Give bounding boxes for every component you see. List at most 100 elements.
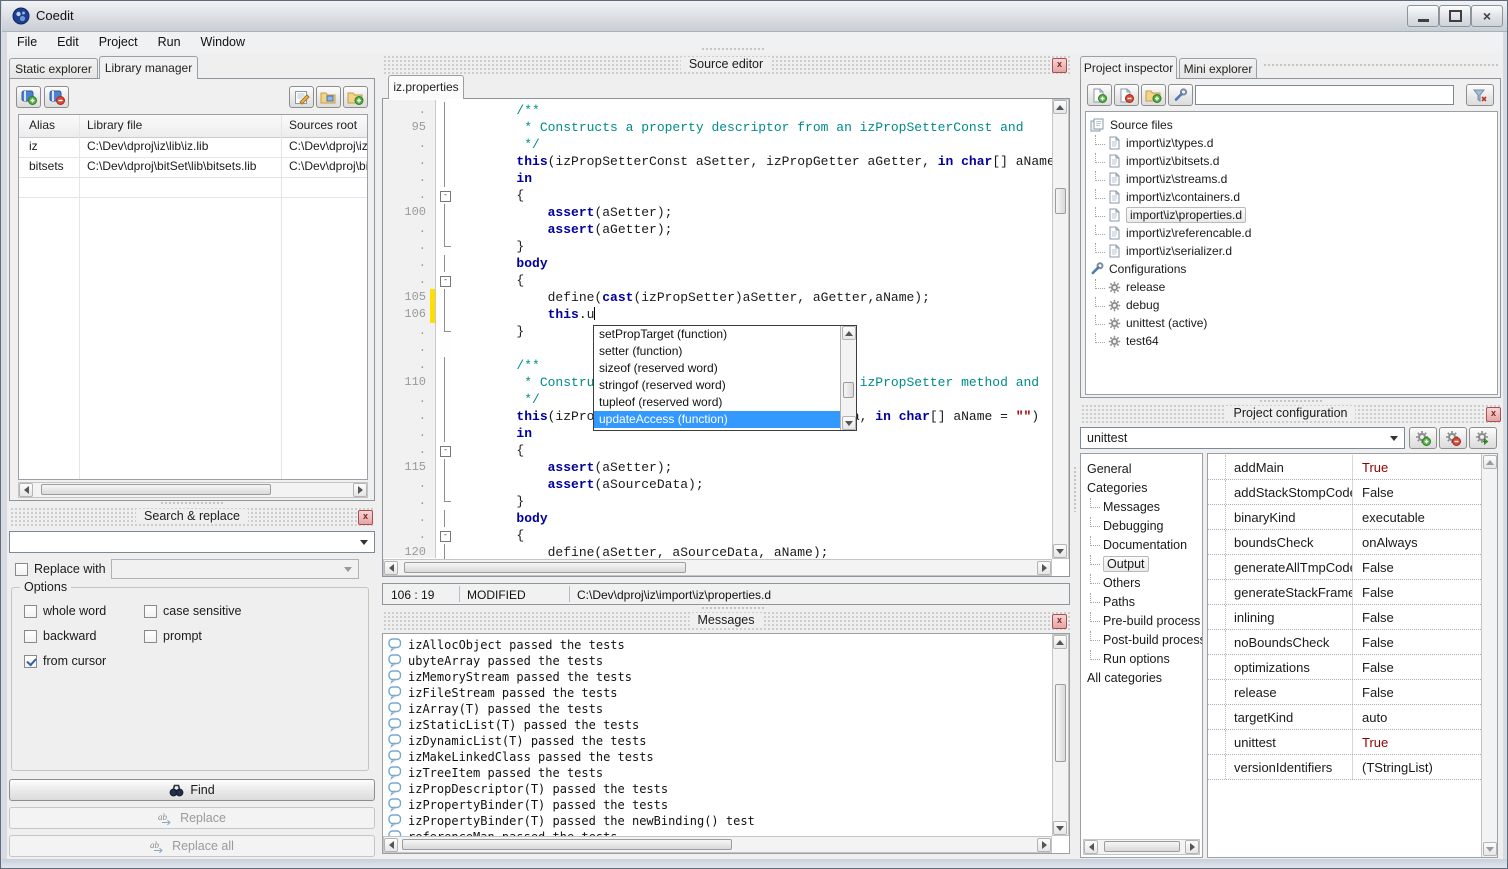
- completion-item[interactable]: setter (function): [594, 343, 840, 360]
- fold-marker[interactable]: -: [436, 272, 453, 289]
- tab-mini-explorer[interactable]: Mini explorer: [1179, 58, 1257, 79]
- minimize-button[interactable]: [1407, 5, 1439, 27]
- close-panel-button[interactable]: x: [1486, 407, 1501, 422]
- option-from-cursor[interactable]: from cursor: [24, 654, 106, 668]
- code-line[interactable]: }: [454, 493, 1052, 510]
- message-item[interactable]: izPropertyBinder(T) passed the tests: [383, 797, 1052, 813]
- message-item[interactable]: izMemoryStream passed the tests: [383, 669, 1052, 685]
- messages-hscrollbar[interactable]: [383, 836, 1052, 853]
- property-row[interactable]: noBoundsCheckFalse: [1208, 630, 1481, 655]
- property-value[interactable]: auto: [1354, 705, 1481, 729]
- message-item[interactable]: izPropertyBinder(T) passed the newBindin…: [383, 813, 1052, 829]
- messages-list[interactable]: izAllocObject passed the testsubyteArray…: [383, 637, 1052, 836]
- library-from-project-button[interactable]: [316, 86, 341, 108]
- remove-configuration-button[interactable]: [1439, 427, 1467, 449]
- code-line[interactable]: {: [454, 187, 1052, 204]
- property-value[interactable]: False: [1354, 555, 1481, 579]
- close-panel-button[interactable]: x: [1052, 614, 1067, 629]
- property-value[interactable]: (TStringList): [1354, 755, 1481, 779]
- code-line[interactable]: assert(aSourceData);: [454, 476, 1052, 493]
- code-line[interactable]: this.u: [454, 306, 1052, 323]
- checkbox[interactable]: [144, 630, 157, 643]
- messages-vscrollbar[interactable]: [1052, 634, 1069, 836]
- property-value[interactable]: False: [1354, 605, 1481, 629]
- code-line[interactable]: * Constructs a property descriptor from …: [454, 119, 1052, 136]
- title-bar[interactable]: Coedit ×: [2, 1, 1507, 32]
- add-source-button[interactable]: [1087, 84, 1112, 106]
- tree-item[interactable]: import\iz\streams.d: [1090, 170, 1497, 188]
- propgrid-vscrollbar[interactable]: [1481, 454, 1497, 857]
- tree-item[interactable]: import\iz\referencable.d: [1090, 224, 1497, 242]
- menu-window[interactable]: Window: [191, 32, 255, 53]
- fold-collapse-icon[interactable]: -: [440, 446, 451, 457]
- source-editor-header[interactable]: Source editor x: [382, 56, 1070, 74]
- table-row[interactable]: bitsetsC:\Dev\dproj\bitSet\lib\bitsets.l…: [19, 157, 367, 178]
- property-row[interactable]: binaryKindexecutable: [1208, 505, 1481, 530]
- close-panel-button[interactable]: x: [1052, 58, 1067, 73]
- column-header-library-file[interactable]: Library file: [87, 118, 142, 132]
- inspector-tree[interactable]: Source filesimport\iz\types.dimport\iz\b…: [1085, 111, 1498, 395]
- fold-marker[interactable]: -: [436, 187, 453, 204]
- code-line[interactable]: this(izPropSetterConst aSetter, izPropGe…: [454, 153, 1052, 170]
- replace-with-checkbox[interactable]: Replace with: [15, 562, 106, 576]
- add-library-button[interactable]: [16, 86, 41, 108]
- splitter-grip[interactable]: [160, 501, 224, 506]
- completion-scrollbar[interactable]: [840, 326, 856, 430]
- tree-item[interactable]: import\iz\bitsets.d: [1090, 152, 1497, 170]
- tab-iz-properties[interactable]: iz.properties: [388, 75, 464, 99]
- checkbox[interactable]: [24, 605, 37, 618]
- fold-collapse-icon[interactable]: -: [440, 191, 451, 202]
- messages-header[interactable]: Messages x: [382, 612, 1070, 630]
- category-item[interactable]: Documentation: [1085, 535, 1202, 554]
- splitter-grip[interactable]: [701, 606, 765, 611]
- property-value[interactable]: onAlways: [1354, 530, 1481, 554]
- search-term-combo[interactable]: [9, 531, 375, 553]
- splitter-grip[interactable]: [1259, 399, 1323, 404]
- code-line[interactable]: define(cast(izPropSetter)aSetter, aGette…: [454, 289, 1052, 306]
- column-header-alias[interactable]: Alias: [29, 118, 55, 132]
- message-item[interactable]: izPropDescriptor(T) passed the tests: [383, 781, 1052, 797]
- tab-static-explorer[interactable]: Static explorer: [9, 58, 98, 79]
- message-item[interactable]: izArray(T) passed the tests: [383, 701, 1052, 717]
- tree-item[interactable]: import\iz\types.d: [1090, 134, 1497, 152]
- editor-vscrollbar[interactable]: [1052, 99, 1069, 559]
- code-line[interactable]: {: [454, 527, 1052, 544]
- splitter-grip[interactable]: [701, 47, 765, 52]
- tree-item[interactable]: Configurations: [1090, 260, 1497, 278]
- code-line[interactable]: {: [454, 272, 1052, 289]
- property-value[interactable]: False: [1354, 680, 1481, 704]
- config-categories-panel[interactable]: GeneralCategoriesMessagesDebuggingDocume…: [1080, 453, 1203, 858]
- library-table-hscrollbar[interactable]: [18, 482, 368, 498]
- option-prompt[interactable]: prompt: [144, 629, 202, 643]
- category-item[interactable]: Pre-build process: [1085, 611, 1202, 630]
- vertical-splitter[interactable]: [1073, 466, 1078, 512]
- code-line[interactable]: {: [454, 442, 1052, 459]
- message-item[interactable]: izTreeItem passed the tests: [383, 765, 1052, 781]
- project-settings-button[interactable]: [1168, 84, 1193, 106]
- splitter-grip[interactable]: [1263, 63, 1499, 68]
- category-item[interactable]: Messages: [1085, 497, 1202, 516]
- editor-hscrollbar[interactable]: [383, 559, 1052, 576]
- categories-hscrollbar[interactable]: [1083, 839, 1200, 855]
- chevron-down-icon[interactable]: [360, 540, 368, 549]
- code-line[interactable]: assert(aGetter);: [454, 221, 1052, 238]
- search-replace-header[interactable]: Search & replace x: [9, 508, 375, 526]
- message-item[interactable]: izAllocObject passed the tests: [383, 637, 1052, 653]
- completion-list[interactable]: setPropTarget (function)setter (function…: [594, 326, 840, 430]
- property-value[interactable]: executable: [1354, 505, 1481, 529]
- tab-project-inspector[interactable]: Project inspector: [1080, 56, 1177, 79]
- message-item[interactable]: izFileStream passed the tests: [383, 685, 1052, 701]
- message-item[interactable]: izStaticList(T) passed the tests: [383, 717, 1052, 733]
- close-panel-button[interactable]: x: [358, 510, 373, 525]
- property-row[interactable]: unittestTrue: [1208, 730, 1481, 755]
- tree-item[interactable]: import\iz\containers.d: [1090, 188, 1497, 206]
- completion-popup[interactable]: setPropTarget (function)setter (function…: [593, 325, 857, 431]
- code-line[interactable]: assert(aSetter);: [454, 204, 1052, 221]
- property-row[interactable]: generateAllTmpCodeFalse: [1208, 555, 1481, 580]
- completion-item[interactable]: setPropTarget (function): [594, 326, 840, 343]
- property-row[interactable]: generateStackFrameFalse: [1208, 580, 1481, 605]
- editor-fold-column[interactable]: ----: [436, 100, 453, 558]
- messages-panel[interactable]: izAllocObject passed the testsubyteArray…: [382, 633, 1070, 854]
- code-line[interactable]: assert(aSetter);: [454, 459, 1052, 476]
- column-header-sources-root[interactable]: Sources root: [289, 118, 357, 132]
